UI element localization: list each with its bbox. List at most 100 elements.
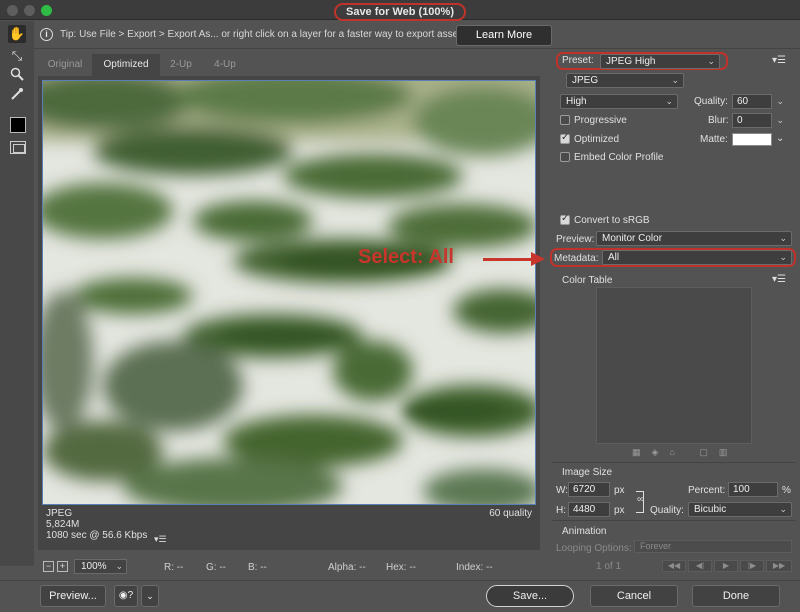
width-input[interactable]: 6720: [568, 482, 610, 497]
toggle-slices-icon[interactable]: [10, 141, 26, 154]
info-download-time: 1080 sec @ 56.6 Kbps: [46, 530, 148, 541]
browser-select-chevron-icon[interactable]: ⌄: [141, 585, 159, 607]
color-table[interactable]: [596, 287, 752, 444]
quality-input[interactable]: 60 ⌄: [732, 94, 784, 109]
new-color-icon[interactable]: ▢: [699, 447, 719, 457]
eyedropper-icon[interactable]: [8, 87, 26, 105]
first-frame-button[interactable]: ◀◀: [662, 560, 686, 572]
info-icon: i: [40, 28, 53, 41]
chevron-down-icon[interactable]: ⌄: [776, 95, 784, 108]
map-colors-icon[interactable]: ▦: [632, 447, 652, 457]
frame-counter: 1 of 1: [596, 561, 622, 572]
optimize-menu-icon[interactable]: ▾☰: [772, 55, 786, 66]
optimized-checkbox[interactable]: [560, 132, 570, 144]
window-title: Save for Web (100%): [0, 3, 800, 21]
color-table-label: Color Table: [562, 275, 613, 286]
info-quality: 60 quality: [489, 508, 532, 519]
resample-select[interactable]: Bicubic ⌄: [688, 502, 792, 517]
preset-label: Preset:: [562, 55, 594, 66]
percent-label: Percent:: [688, 485, 726, 496]
image-size-label: Image Size: [562, 467, 613, 478]
width-unit: px: [614, 485, 625, 496]
height-label: H:: [556, 505, 566, 516]
cancel-button[interactable]: Cancel: [590, 585, 678, 607]
learn-more-button[interactable]: Learn More: [456, 25, 552, 46]
delete-color-icon[interactable]: ▥: [719, 447, 739, 457]
blur-input[interactable]: 0 ⌄: [732, 113, 784, 128]
optimize-settings-panel: Preset: JPEG High ⌄ ▾☰ JPEG ⌄ High ⌄ Qualit…: [550, 50, 796, 576]
height-unit: px: [614, 505, 625, 516]
matte-color-swatch[interactable]: [732, 133, 772, 146]
chevron-down-icon: ⌄: [779, 504, 787, 514]
convert-srgb-checkbox[interactable]: [560, 213, 570, 225]
next-frame-button[interactable]: |▶: [740, 560, 764, 572]
chevron-down-icon[interactable]: ⌄: [776, 133, 784, 144]
tab-4-up[interactable]: 4-Up: [202, 54, 248, 76]
done-button[interactable]: Done: [692, 585, 780, 607]
chevron-down-icon: ⌄: [707, 56, 715, 66]
preview-button[interactable]: Preview...: [40, 585, 106, 607]
preset-select[interactable]: JPEG High ⌄: [600, 54, 720, 69]
width-label: W:: [556, 485, 569, 496]
play-button[interactable]: ▶: [714, 560, 738, 572]
last-frame-button[interactable]: ▶▶: [766, 560, 792, 572]
tab-original[interactable]: Original: [38, 54, 92, 76]
optimized-image-info: JPEG 5,824M 1080 sec @ 56.6 Kbps: [46, 508, 147, 541]
embed-color-profile-checkbox[interactable]: [560, 152, 570, 162]
link-icon[interactable]: ∞: [637, 494, 644, 505]
info-format: JPEG: [46, 508, 73, 519]
eyedropper-color-swatch[interactable]: [10, 117, 26, 133]
progressive-label: Progressive: [574, 115, 627, 126]
chevron-down-icon[interactable]: ⌄: [776, 114, 784, 127]
metadata-label: Metadata:: [554, 253, 599, 264]
preview-label: Preview:: [556, 234, 595, 245]
image-preview[interactable]: [42, 80, 536, 505]
tab-2-up[interactable]: 2-Up: [160, 54, 202, 76]
zoom-level-select[interactable]: 100% ⌄: [74, 559, 127, 574]
optimized-label: Optimized: [574, 134, 620, 145]
metadata-select[interactable]: All ⌄: [602, 250, 792, 265]
divider: [552, 520, 796, 521]
hand-tool-icon[interactable]: ✋: [8, 25, 26, 43]
lock-color-icon[interactable]: ⌂: [669, 447, 685, 457]
image-preview-pane: JPEG 5,824M 1080 sec @ 56.6 Kbps 60 qual…: [38, 76, 540, 550]
status-red: R: --: [164, 562, 184, 573]
blurred-leaves-image: [43, 81, 535, 504]
preview-color-select[interactable]: Monitor Color ⌄: [596, 231, 792, 246]
slice-select-icon[interactable]: ⤡: [8, 47, 26, 65]
status-alpha: Alpha: --: [328, 562, 366, 573]
zoom-tool-icon[interactable]: [8, 67, 26, 85]
zoom-out-button[interactable]: −: [43, 561, 54, 572]
status-index: Index: --: [456, 562, 493, 573]
blur-label: Blur:: [708, 115, 729, 126]
web-shift-icon[interactable]: ◈: [652, 447, 670, 457]
percent-input[interactable]: 100: [728, 482, 778, 497]
tip-bar: i Tip: Use File > Export > Export As... …: [34, 21, 800, 49]
progressive-checkbox[interactable]: [560, 115, 570, 125]
height-input[interactable]: 4480: [568, 502, 610, 517]
convert-srgb-label: Convert to sRGB: [574, 215, 650, 226]
resample-quality-label: Quality:: [650, 505, 684, 516]
embed-color-profile-label: Embed Color Profile: [574, 152, 664, 163]
zoom-in-button[interactable]: +: [57, 561, 68, 572]
chevron-down-icon: ⌄: [115, 561, 123, 571]
previous-frame-button[interactable]: ◀|: [688, 560, 712, 572]
color-table-menu-icon[interactable]: ▾☰: [772, 274, 786, 285]
compression-quality-select[interactable]: High ⌄: [560, 94, 678, 109]
status-bar: − + 100% ⌄ R: -- G: -- B: -- Alpha: -- He…: [38, 558, 544, 578]
tools-panel: ✋ ⤡: [0, 21, 34, 566]
looping-options-select[interactable]: Forever: [634, 540, 792, 553]
annotation-text: Select: All: [358, 246, 454, 268]
browser-preview-icon[interactable]: ◉?: [114, 585, 138, 607]
file-format-select[interactable]: JPEG ⌄: [566, 73, 684, 88]
animation-label: Animation: [562, 526, 607, 537]
chevron-down-icon: ⌄: [671, 75, 679, 85]
chevron-down-icon: ⌄: [779, 252, 787, 262]
tab-optimized[interactable]: Optimized: [92, 54, 160, 76]
matte-label: Matte:: [700, 134, 728, 145]
chevron-down-icon: ⌄: [779, 233, 787, 243]
info-menu-icon[interactable]: ▾☰: [154, 534, 167, 545]
tip-text: Tip: Use File > Export > Export As... or…: [60, 29, 466, 40]
annotation-arrow: [483, 258, 535, 261]
save-button[interactable]: Save...: [486, 585, 574, 607]
